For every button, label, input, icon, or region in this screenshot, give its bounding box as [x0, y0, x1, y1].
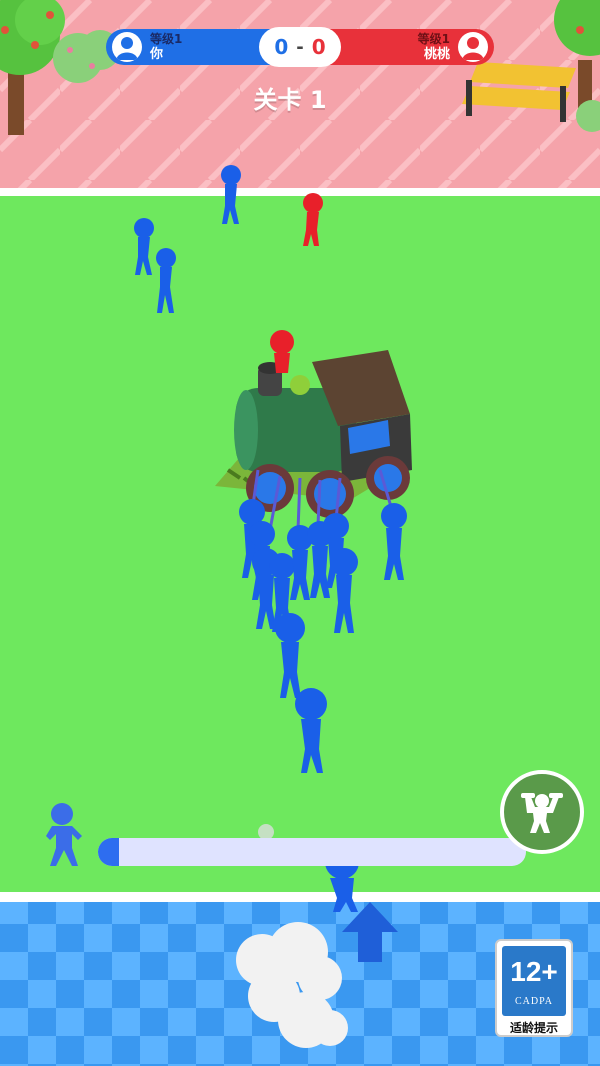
player-left-info: 等级1 你	[150, 32, 182, 62]
pool-border	[0, 892, 600, 902]
user-avatar-icon	[112, 32, 142, 62]
score-hud: 等级1 你 等级1 桃桃 0 - 0	[106, 27, 494, 67]
age-rating-number: 12+	[510, 956, 558, 987]
score-separator: -	[296, 36, 304, 58]
player-right-level: 等级1	[417, 32, 450, 46]
race-progress-track	[98, 838, 526, 866]
race-progress-fill	[98, 838, 120, 866]
player-left-level: 等级1	[150, 32, 183, 46]
age-rating-org: CADPA	[515, 996, 553, 1007]
age-rating-panel: 12+ CADPA	[502, 946, 566, 1016]
score-left: 0	[274, 35, 289, 59]
player-left-name: 你	[150, 47, 164, 62]
score-display: 0 - 0	[259, 27, 341, 67]
age-rating-tip: 适龄提示	[509, 1021, 558, 1035]
game-scene	[0, 0, 600, 1066]
level-title: 关卡 1	[253, 86, 327, 114]
boost-button[interactable]	[500, 770, 584, 854]
player-right-name: 桃桃	[423, 47, 450, 62]
plaza-border	[0, 188, 600, 196]
score-right: 0	[311, 35, 326, 59]
strongman-icon	[521, 793, 563, 833]
opponent-avatar-icon	[458, 32, 488, 62]
player-right-info: 等级1 桃桃	[418, 32, 450, 62]
age-rating-badge: 12+ CADPA 适龄提示	[495, 939, 573, 1037]
